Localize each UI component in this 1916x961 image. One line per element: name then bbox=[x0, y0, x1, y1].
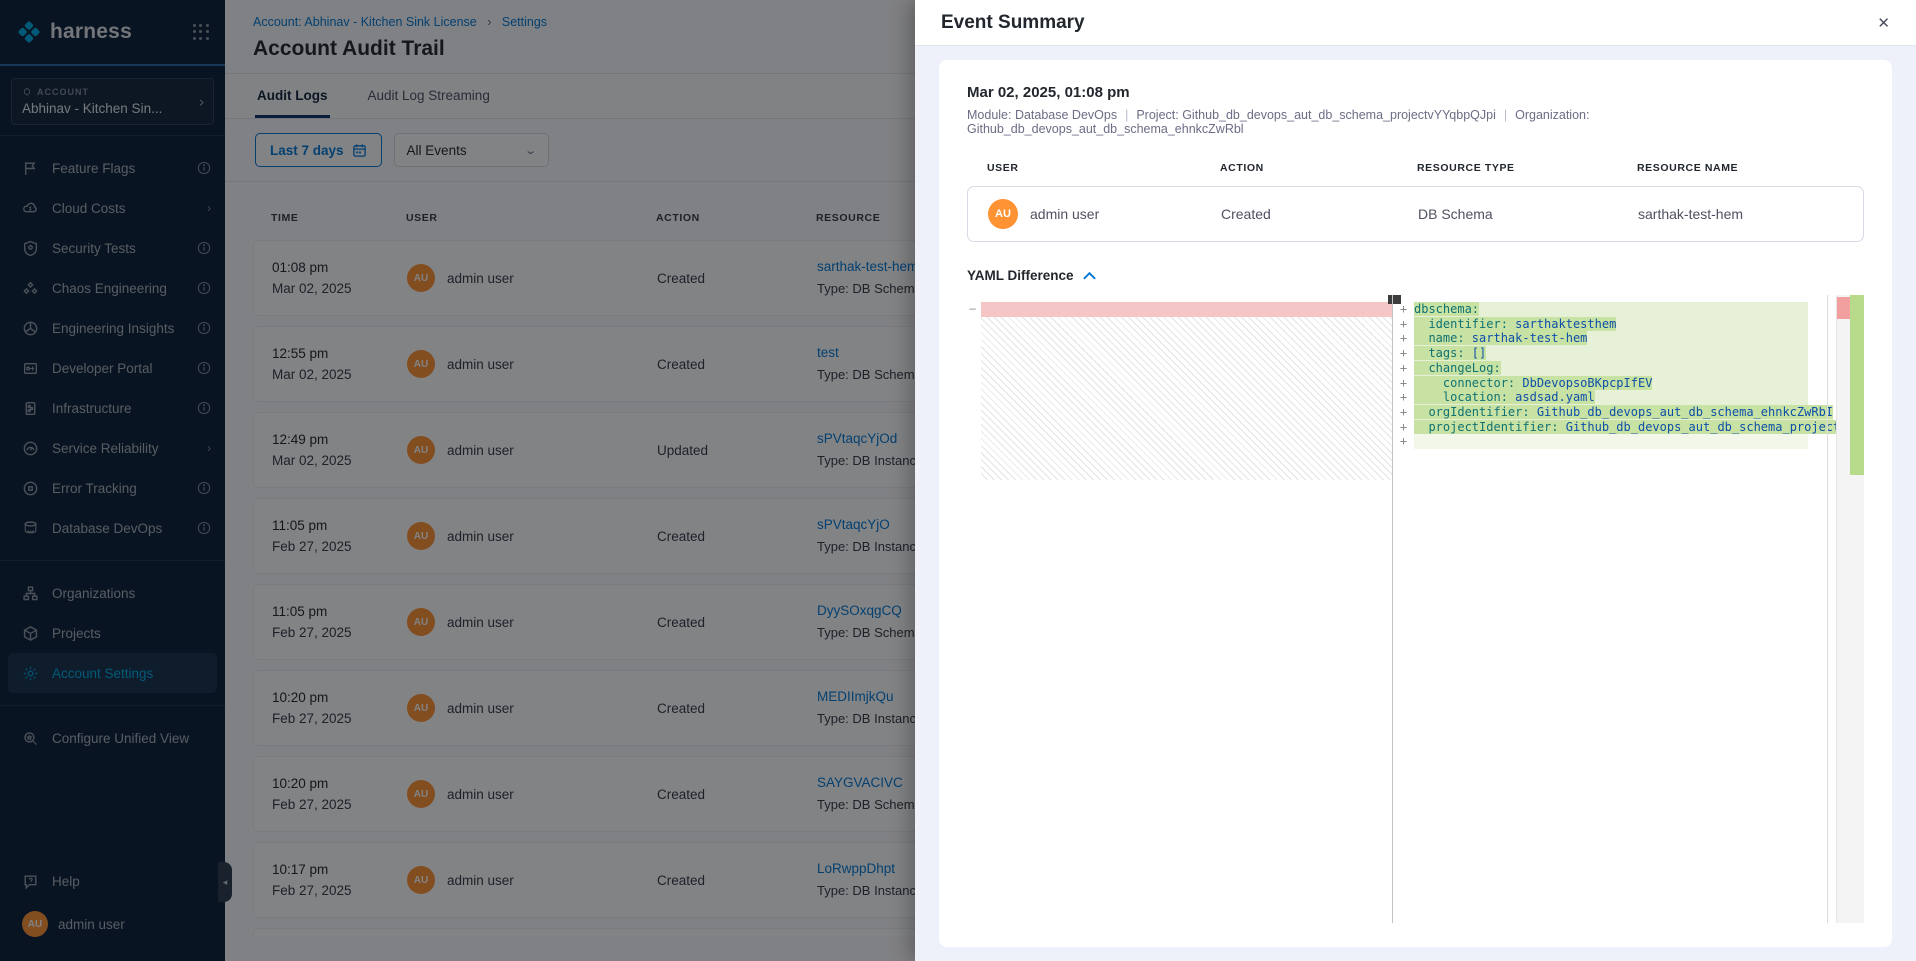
event-card: Mar 02, 2025, 01:08 pm Module: Database … bbox=[939, 60, 1892, 947]
diff-plus-gutter: + bbox=[1393, 420, 1414, 435]
diff-added-line: + changeLog: bbox=[1393, 361, 1808, 376]
diff-overview-ruler[interactable] bbox=[1836, 295, 1864, 923]
drawer-title: Event Summary bbox=[941, 12, 1085, 34]
yaml-diff-editor[interactable]: − +dbschema:+ identifier: sarthaktesthem… bbox=[967, 295, 1864, 923]
event-datetime: Mar 02, 2025, 01:08 pm bbox=[967, 84, 1864, 101]
event-summary-drawer: Event Summary ✕ Mar 02, 2025, 01:08 pm M… bbox=[915, 0, 1916, 961]
summary-user-cell: AU admin user bbox=[988, 199, 1221, 229]
diff-plus-gutter: + bbox=[1393, 405, 1414, 420]
diff-added-line: + orgIdentifier: Github_db_devops_aut_db… bbox=[1393, 405, 1808, 420]
diff-minus-gutter: − bbox=[969, 302, 976, 317]
column-header: RESOURCE TYPE bbox=[1417, 162, 1637, 174]
diff-modified-pane: +dbschema:+ identifier: sarthaktesthem+ … bbox=[1393, 302, 1808, 449]
diff-added-line: + identifier: sarthaktesthem bbox=[1393, 317, 1808, 332]
drawer-header: Event Summary ✕ bbox=[915, 0, 1916, 46]
chevron-up-icon bbox=[1083, 271, 1096, 280]
screen: harness ACCOUNT Abhinav - Kitchen Sin...… bbox=[0, 0, 1916, 961]
diff-added-line: + connector: DbDevopsoBKpcpIfEV bbox=[1393, 376, 1808, 391]
yaml-difference-label: YAML Difference bbox=[967, 268, 1074, 283]
diff-plus-gutter: + bbox=[1393, 434, 1414, 449]
diff-plus-gutter: + bbox=[1393, 317, 1414, 332]
event-module: Module: Database DevOps bbox=[967, 108, 1117, 122]
column-header: ACTION bbox=[1220, 162, 1417, 174]
avatar: AU bbox=[988, 199, 1018, 229]
diff-content-edge bbox=[1827, 295, 1828, 923]
summary-resource-type: DB Schema bbox=[1418, 206, 1638, 222]
diff-plus-gutter: + bbox=[1393, 346, 1414, 361]
diff-plus-gutter: + bbox=[1393, 376, 1414, 391]
event-meta: Module: Database DevOps|Project: Github_… bbox=[967, 108, 1864, 136]
diff-added-line: + projectIdentifier: Github_db_devops_au… bbox=[1393, 420, 1808, 435]
diff-plus-gutter: + bbox=[1393, 331, 1414, 346]
diff-added-line: +dbschema: bbox=[1393, 302, 1808, 317]
summary-action: Created bbox=[1221, 206, 1418, 222]
column-header: USER bbox=[987, 162, 1220, 174]
close-icon[interactable]: ✕ bbox=[1877, 14, 1890, 32]
diff-added-line: + name: sarthak-test-hem bbox=[1393, 331, 1808, 346]
column-header: RESOURCE NAME bbox=[1637, 162, 1864, 174]
diff-added-line: + location: asdsad.yaml bbox=[1393, 390, 1808, 405]
diff-added-line: + tags: [] bbox=[1393, 346, 1808, 361]
diff-removed-block bbox=[981, 302, 1392, 317]
diff-removed-marker bbox=[1837, 297, 1851, 319]
diff-added-marker bbox=[1850, 295, 1864, 475]
yaml-difference-toggle[interactable]: YAML Difference bbox=[967, 268, 1864, 283]
diff-original-pane: − bbox=[967, 302, 1392, 480]
diff-empty-hatch bbox=[981, 317, 1392, 480]
event-project: Project: Github_db_devops_aut_db_schema_… bbox=[1136, 108, 1496, 122]
summary-table-row: AU admin user Created DB Schema sarthak-… bbox=[967, 186, 1864, 242]
summary-resource-name: sarthak-test-hem bbox=[1638, 206, 1863, 222]
diff-plus-gutter: + bbox=[1393, 302, 1414, 317]
diff-plus-gutter: + bbox=[1393, 390, 1414, 405]
summary-table-header: USERACTIONRESOURCE TYPERESOURCE NAME bbox=[967, 162, 1864, 174]
drawer-body: Mar 02, 2025, 01:08 pm Module: Database … bbox=[915, 46, 1916, 961]
diff-added-line: + bbox=[1393, 434, 1808, 449]
summary-user-name: admin user bbox=[1030, 206, 1099, 222]
diff-plus-gutter: + bbox=[1393, 361, 1414, 376]
